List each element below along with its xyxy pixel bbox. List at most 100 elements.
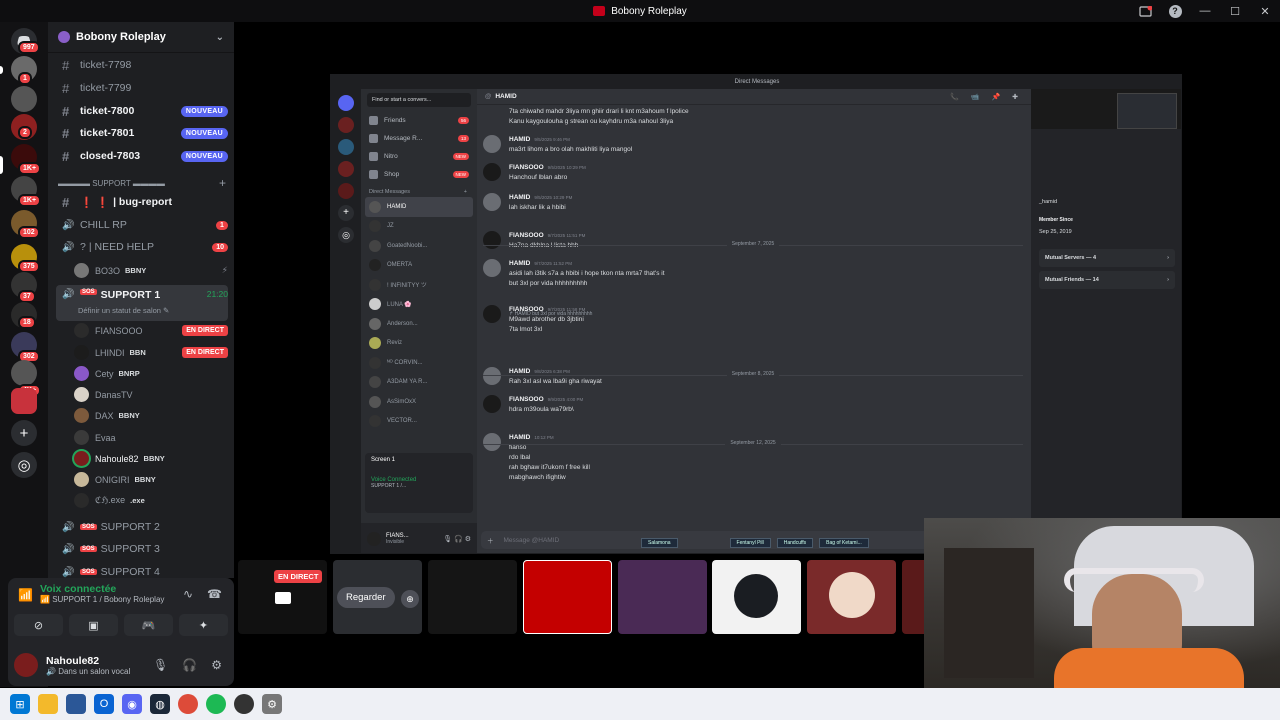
server-icon [338,183,354,199]
dm-name: Anderson... [387,320,418,327]
message-author: HAMID [509,368,531,375]
dm-name: VECTOR... [387,418,417,425]
speaker-icon: 🔊 [62,543,75,555]
stream-tile[interactable] [712,560,801,634]
shop-icon [369,169,378,179]
nav-label: Shop [384,170,400,178]
message-text: 7ta lmot 3xl [509,326,543,333]
channel-ticket-7801[interactable]: # ticket-7801 NOUVEAU [56,122,228,144]
office-icon[interactable] [66,694,86,714]
stream-tile[interactable] [902,560,924,634]
stream-tile[interactable] [618,560,707,634]
help-icon[interactable]: ? [1160,0,1190,22]
chevron-down-icon[interactable]: ⌄ [216,32,224,43]
server-icon[interactable] [11,388,37,414]
hash-icon: # [62,148,70,164]
speaker-icon: 🔊 [62,219,75,231]
voice-user[interactable]: Evaa [74,427,228,448]
avatar[interactable] [14,653,38,677]
message-time: 9/5/2025 9:46 PM [534,137,570,142]
sos-icon: SOS [80,546,97,552]
stream-tile[interactable]: EN DIRECT [238,560,327,634]
channel-ticket-7799[interactable]: # ticket-7799 [56,77,228,99]
inner-server-rail: + ◎ [331,89,361,553]
voice-user[interactable]: ONIGIRI BBNY [74,469,228,490]
close-button[interactable]: ✕ [1250,0,1280,22]
headphones-icon[interactable]: 🎧 [182,658,197,672]
chat-actions-icon: 📞 📹 📌 ✚ [950,93,1023,101]
channel-support-1[interactable]: 🔊 SOS SUPPORT 1 21:20 [56,285,228,321]
settings-icon[interactable]: ⚙ [262,694,282,714]
speaker-icon: 🔊 [62,289,75,300]
message-text: Hanchouf lblan abro [509,174,568,181]
voice-user[interactable]: LHINDI BBN EN DIRECT [74,342,228,363]
steam-icon[interactable]: ◍ [150,694,170,714]
compass-icon[interactable]: ◎ [11,452,37,478]
dm-item: VECTOR... [361,412,477,432]
server-icon[interactable] [11,86,37,112]
app-icon[interactable] [234,694,254,714]
category-label: ▬▬▬▬ SUPPORT ▬▬▬▬ [58,178,165,188]
voice-user[interactable]: FIANSOOO EN DIRECT [74,320,228,341]
stream-tile[interactable]: Regarder ⊕ [333,560,422,634]
message-time: 9/7/2025 11:51 PM [547,233,586,238]
message-author: HAMID [509,194,531,201]
shared-screen[interactable]: Direct Messages + ◎ Find or start a conv… [330,74,1182,554]
server-badge: 18 [18,316,36,329]
server-badge: 1K+ [18,194,42,207]
microphone-icon[interactable]: 🎙 [153,658,168,672]
discord-icon[interactable]: ◉ [122,694,142,714]
dm-item: ᴺᴼ CORVIN... [361,353,477,373]
user-info[interactable]: Nahoule82 🔊 Dans un salon vocal [46,655,130,676]
date-text: September 7, 2025 [726,241,780,247]
dm-item: LUNA 🌸 [361,295,477,315]
channel-name: ticket-7798 [80,59,132,71]
avatar [74,323,89,338]
file-explorer-icon[interactable] [38,694,58,714]
inner-chat: @ HAMID 📞 📹 📌 ✚ 7ta chiwahd mahdr 3liya m… [477,89,1031,553]
stream-tile[interactable] [428,560,517,634]
zoom-icon[interactable]: ⊕ [401,590,419,608]
inner-user-status: Invisible [386,539,405,545]
server-header[interactable]: Bobony Roleplay ⌄ [48,22,234,53]
category-support[interactable]: ▬▬▬▬ SUPPORT ▬▬▬▬ + [58,176,226,190]
message-text: lah iskhar lik a hbibi [509,204,566,211]
server-icon[interactable] [11,360,37,386]
screen-label: Screen 1 [371,457,396,463]
spotify-icon[interactable] [206,694,226,714]
dm-item: AsSimOxX [361,392,477,412]
voice-user[interactable]: Nahoule82 BBNY [74,448,228,469]
channel-ticket-7798[interactable]: # ticket-7798 [56,54,228,76]
channel-need-help[interactable]: 🔊? | NEED HELP 10 [56,236,228,258]
user-tag: BBNY [134,475,156,484]
voice-user[interactable]: DanasTV [74,384,228,405]
channel-status[interactable]: Définir un statut de salon ✎ [78,306,169,315]
avatar [483,135,501,153]
dm-list: HAMID JZ GoatedNoobi... OMERTA ! INFINITYY ツ… [361,197,477,431]
channel-closed-7803[interactable]: # closed-7803 NOUVEAU [56,145,228,167]
mutual-friends: Mutual Friends — 14 › [1039,271,1175,289]
stream-tile[interactable] [807,560,896,634]
settings-icon[interactable]: ⚙ [211,658,222,672]
chrome-icon[interactable] [178,694,198,714]
stream-tile[interactable] [523,560,612,634]
channel-chill-rp[interactable]: 🔊 CHILL RP 1 [56,214,228,236]
channel-support-2[interactable]: 🔊 SOS SUPPORT 2 [56,516,228,538]
plus-icon[interactable]: + [11,420,37,446]
mutual-servers: Mutual Servers — 4 › [1039,249,1175,267]
voice-user[interactable]: BO3O BBNY ⚡ [74,260,228,281]
channel-ticket-7800[interactable]: # ticket-7800 NOUVEAU [56,100,228,122]
user-name: DAX [95,410,114,421]
plus-icon[interactable]: + [219,176,226,190]
voice-user[interactable]: DAX BBNY [74,405,228,426]
watch-button[interactable]: Regarder [337,587,395,608]
voice-user[interactable]: ℭℌ.exe .exe [74,490,228,511]
minimize-button[interactable]: — [1190,0,1220,22]
avatar [369,278,381,291]
maximize-button[interactable]: ☐ [1220,0,1250,22]
outlook-icon[interactable]: O [94,694,114,714]
channel-bug-report[interactable]: # ❗ ❗ | bug-report [56,191,228,213]
windows-start-icon[interactable]: ⊞ [10,694,30,714]
voice-user[interactable]: Cety BNRP [74,363,228,384]
inbox-icon[interactable] [1130,0,1160,22]
